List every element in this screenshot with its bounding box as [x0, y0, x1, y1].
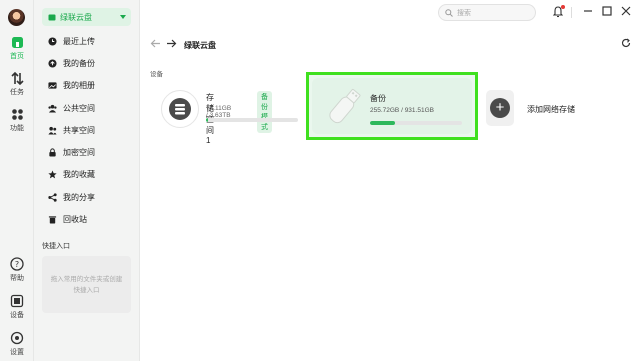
backup-card-body: 备份 255.72GB / 931.51GB: [312, 78, 472, 134]
photo-icon: [48, 82, 57, 89]
close-icon[interactable]: [621, 6, 631, 16]
device-capacity: 75.11GB / 3.63TB: [206, 105, 232, 119]
rail-home[interactable]: 首页: [0, 36, 34, 61]
quick-access-title: 快捷入口: [42, 243, 70, 250]
back-icon[interactable]: [150, 38, 161, 49]
svg-text:?: ?: [15, 260, 19, 269]
sidebar-item-label: 公共空间: [63, 103, 95, 113]
rail-help[interactable]: ? 帮助: [0, 257, 34, 283]
device-icon: [10, 294, 24, 308]
drive-selector[interactable]: 绿联云盘: [42, 8, 131, 26]
refresh-icon[interactable]: [621, 38, 631, 48]
drive-selector-label: 绿联云盘: [60, 12, 92, 22]
trash-icon: [48, 216, 57, 224]
sidebar-item-shared-space[interactable]: 共享空间: [42, 119, 132, 141]
share-icon: [48, 193, 57, 202]
shared-space-icon: [48, 126, 57, 135]
device-name: 备份: [370, 94, 386, 103]
divider: [571, 7, 572, 18]
icon-rail: 首页 任务 功能 ? 帮助 设备 设置: [0, 0, 34, 361]
rail-tasks-label: 任务: [10, 89, 24, 96]
avatar[interactable]: [8, 9, 25, 26]
home-icon: [11, 37, 23, 48]
rail-features[interactable]: 功能: [0, 108, 34, 133]
sidebar-item-favorites[interactable]: 我的收藏: [42, 164, 132, 186]
sidebar-item-label: 最近上传: [63, 36, 95, 46]
rail-settings[interactable]: 设置: [0, 331, 34, 357]
rail-settings-label: 设置: [10, 349, 24, 356]
cloud-backup-icon: [48, 59, 57, 68]
device-card-backup[interactable]: 备份 255.72GB / 931.51GB: [306, 72, 478, 140]
search-input[interactable]: 搜索: [438, 4, 536, 21]
sidebar-item-label: 我的收藏: [63, 170, 95, 180]
sidebar: 绿联云盘 最近上传 我的备份 我的相册 公共空间 共享空间 加密空间 我的收藏 …: [34, 0, 140, 361]
sidebar-item-label: 加密空间: [63, 148, 95, 158]
minimize-icon[interactable]: [583, 6, 593, 16]
storage-device-icon: [161, 90, 199, 128]
rail-home-label: 首页: [10, 53, 24, 60]
main-area: 搜索 绿联云盘 设备 存储空间1 备份模式 75.11GB / 3.63TB: [140, 0, 640, 361]
sidebar-item-label: 我的相册: [63, 81, 95, 91]
public-space-icon: [48, 104, 57, 113]
search-placeholder: 搜索: [457, 9, 471, 17]
storage-usage-fill: [370, 121, 395, 125]
storage-usage-fill: [206, 118, 208, 122]
folder-icon: [48, 14, 56, 21]
sidebar-item-backup[interactable]: 我的备份: [42, 52, 132, 74]
add-network-storage-button[interactable]: +: [486, 90, 514, 126]
sidebar-item-recent[interactable]: 最近上传: [42, 30, 132, 52]
breadcrumb: 绿联云盘: [184, 41, 216, 50]
sidebar-item-label: 回收站: [63, 215, 87, 225]
sidebar-nav: 最近上传 我的备份 我的相册 公共空间 共享空间 加密空间 我的收藏 我的分享: [42, 30, 132, 231]
search-icon: [445, 8, 453, 17]
rail-device-label: 设备: [10, 312, 24, 319]
quick-access-dropzone[interactable]: 拖入常用的文件夹或创建快捷入口: [42, 256, 131, 313]
storage-usage-bar: [206, 118, 298, 122]
lock-icon: [49, 148, 56, 157]
maximize-icon[interactable]: [602, 6, 612, 16]
plus-icon: +: [490, 98, 510, 118]
chevron-down-icon: [120, 15, 126, 19]
add-network-storage-label[interactable]: 添加网络存储: [527, 104, 575, 115]
transfer-icon: [10, 72, 24, 85]
device-capacity: 255.72GB / 931.51GB: [370, 107, 434, 114]
settings-icon: [10, 331, 24, 345]
help-icon: ?: [10, 257, 24, 271]
sidebar-item-label: 我的分享: [63, 192, 95, 202]
quick-access-hint: 拖入常用的文件夹或创建快捷入口: [50, 275, 123, 294]
sidebar-item-trash[interactable]: 回收站: [42, 208, 132, 230]
notification-dot: [561, 5, 565, 9]
sidebar-item-label: 共享空间: [63, 125, 95, 135]
rail-help-label: 帮助: [10, 275, 24, 282]
sidebar-item-album[interactable]: 我的相册: [42, 75, 132, 97]
apps-icon: [11, 109, 23, 120]
clock-icon: [48, 37, 57, 46]
star-icon: [48, 170, 57, 179]
sidebar-item-my-shares[interactable]: 我的分享: [42, 186, 132, 208]
rail-tasks[interactable]: 任务: [0, 72, 34, 97]
sidebar-item-label: 我的备份: [63, 58, 95, 68]
forward-icon[interactable]: [166, 38, 177, 49]
sidebar-item-public-space[interactable]: 公共空间: [42, 97, 132, 119]
rail-features-label: 功能: [10, 125, 24, 132]
section-title-devices: 设备: [150, 71, 163, 78]
sidebar-item-encrypted-space[interactable]: 加密空间: [42, 141, 132, 163]
rail-device[interactable]: 设备: [0, 294, 34, 320]
status-badge: 备份模式: [257, 91, 272, 133]
usb-drive-icon: [329, 88, 361, 124]
storage-usage-bar: [370, 121, 462, 125]
